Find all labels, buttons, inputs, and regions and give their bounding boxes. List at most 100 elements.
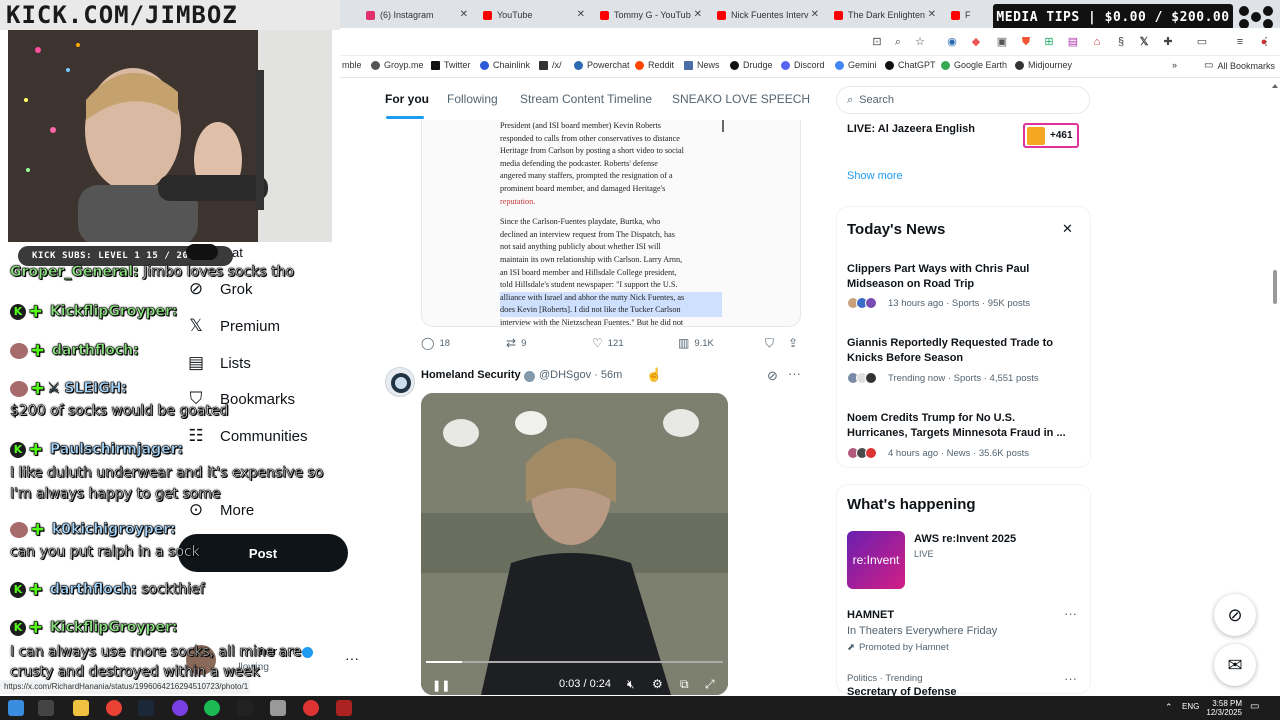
browser-tab[interactable]: The Dark Enlighten ✕ xyxy=(828,4,940,26)
fullscreen-icon[interactable]: ⤢ xyxy=(705,677,715,692)
show-more-link[interactable]: Show more xyxy=(847,170,903,182)
grok-fab[interactable]: ⊘ xyxy=(1214,594,1256,636)
pip-icon[interactable]: ⧉ xyxy=(680,677,689,692)
tab-for-you[interactable]: For you xyxy=(385,92,429,106)
more-dots-icon[interactable]: ··· xyxy=(1064,606,1077,621)
chrome-icon[interactable] xyxy=(106,700,122,716)
tray-chevron-icon[interactable]: ⌃ xyxy=(1165,702,1173,713)
extension-icon[interactable]: ◆ xyxy=(970,36,982,48)
avatar[interactable] xyxy=(385,367,415,397)
extension-icon[interactable]: ▤ xyxy=(1067,36,1079,48)
app-icon[interactable] xyxy=(336,700,352,716)
browser-tab[interactable]: (6) Instagram ✕ xyxy=(360,4,472,26)
bookmark-item[interactable]: Chainlink xyxy=(480,60,530,70)
share-button[interactable]: ⇪ xyxy=(788,336,798,350)
bookmark-item[interactable]: ChatGPT xyxy=(885,60,936,70)
news-item[interactable]: Clippers Part Ways with Chris Paul Midse… xyxy=(847,262,1072,292)
steam-icon[interactable] xyxy=(138,700,154,716)
terminal-icon[interactable] xyxy=(237,700,253,716)
scrollbar[interactable] xyxy=(1271,82,1279,692)
bookmark-item[interactable]: Powerchat xyxy=(574,60,630,70)
more-dots-icon[interactable]: ··· xyxy=(1064,671,1077,686)
mute-icon[interactable]: 🔇︎ xyxy=(627,677,635,692)
bookmark-item[interactable]: Gemini xyxy=(835,60,877,70)
browser-tab[interactable]: YouTube ✕ xyxy=(477,4,589,26)
news-item[interactable]: Giannis Reportedly Requested Trade to Kn… xyxy=(847,336,1072,366)
search-input[interactable]: ⌕ Search xyxy=(836,86,1090,114)
extension-icon[interactable]: § xyxy=(1115,36,1127,48)
bookmark-item[interactable]: Discord xyxy=(781,60,825,70)
pause-icon[interactable]: ❚❚ xyxy=(432,679,450,692)
tweet-video[interactable] xyxy=(421,393,728,695)
tweet-handle[interactable]: @DHSgov · 56m xyxy=(539,369,622,381)
sidebar-icon[interactable]: ▭ xyxy=(1196,36,1208,48)
language-indicator[interactable]: ENG xyxy=(1182,702,1199,711)
extension-icon[interactable]: ⌂ xyxy=(1091,36,1103,48)
post-button[interactable]: Post xyxy=(178,534,348,572)
trend-title[interactable]: AWS re:Invent 2025 xyxy=(914,533,1016,545)
x-logo-icon[interactable]: 𝕏 xyxy=(1138,36,1150,48)
repost-button[interactable]: ⇄ 9 xyxy=(506,336,526,350)
bookmark-item[interactable]: Reddit xyxy=(635,60,674,70)
browser-tab[interactable]: F xyxy=(945,4,985,26)
trend-title[interactable]: HAMNET xyxy=(847,609,894,621)
bookmark-item[interactable]: Groyp.me xyxy=(371,60,424,70)
live-title[interactable]: LIVE: Al Jazeera English xyxy=(847,123,975,135)
extension-icon[interactable]: ⊞ xyxy=(1043,36,1055,48)
clock[interactable]: 3:58 PM 12/3/2025 xyxy=(1206,699,1242,717)
app-icon[interactable] xyxy=(270,700,286,716)
spotify-icon[interactable] xyxy=(204,700,220,716)
zoom-icon[interactable]: ⌕ xyxy=(892,36,904,48)
media-icon[interactable]: ≡ xyxy=(1234,36,1246,48)
grok-icon[interactable]: ⊘ xyxy=(767,368,778,384)
task-view-icon[interactable] xyxy=(38,700,54,716)
browser-tab[interactable]: Nick Fuentes Interv ✕ xyxy=(711,4,823,26)
nav-item-premium[interactable]: 𝕏 Premium xyxy=(186,316,280,336)
tab-following[interactable]: Following xyxy=(447,92,498,106)
notification-icon[interactable]: ▭ xyxy=(1250,701,1259,712)
bookmark-item[interactable]: Drudge xyxy=(730,60,773,70)
bookmark-item[interactable]: Midjourney xyxy=(1015,60,1072,70)
nav-item-communities[interactable]: ☷ Communities xyxy=(186,426,307,446)
star-icon[interactable]: ☆ xyxy=(914,36,926,48)
browser-tab[interactable]: Tommy G - YouTub ✕ xyxy=(594,4,706,26)
bookmark-item[interactable]: News xyxy=(684,60,720,70)
more-dots-icon[interactable]: ··· xyxy=(788,366,801,381)
nav-partial[interactable]: at xyxy=(186,244,243,260)
shield-icon[interactable]: ⛊ xyxy=(1020,36,1032,48)
bookmark-item[interactable]: mble xyxy=(342,60,362,70)
more-dots-icon[interactable]: ··· xyxy=(345,650,359,666)
windows-start-icon[interactable] xyxy=(8,700,24,716)
chevron-right-icon[interactable]: » xyxy=(1172,60,1177,70)
live-badge[interactable]: +461 xyxy=(1023,123,1079,148)
app-icon[interactable] xyxy=(303,700,319,716)
reply-button[interactable]: ◯ 18 xyxy=(421,336,450,350)
tweet-author-name[interactable]: Homeland Security xyxy=(421,369,521,381)
close-icon[interactable]: ✕ xyxy=(460,9,468,20)
nav-item-lists[interactable]: ▤ Lists xyxy=(186,353,251,373)
like-button[interactable]: ♡ 121 xyxy=(592,336,624,350)
close-icon[interactable]: ✕ xyxy=(577,9,585,20)
bookmark-button[interactable]: ⛉ xyxy=(765,336,774,351)
install-icon[interactable]: ⊡ xyxy=(871,36,883,48)
tab-sneako[interactable]: SNEAKO LOVE SPEECH xyxy=(672,92,810,106)
obs-icon[interactable] xyxy=(172,700,188,716)
settings-icon[interactable]: ⚙ xyxy=(652,677,663,691)
bookmark-item[interactable]: /x/ xyxy=(539,60,562,70)
close-icon[interactable]: ✕ xyxy=(694,9,702,20)
trend-title[interactable]: Secretary of Defense xyxy=(847,686,956,696)
views-button[interactable]: ▥ 9.1K xyxy=(678,336,714,350)
close-icon[interactable]: ✕ xyxy=(811,9,819,20)
file-explorer-icon[interactable] xyxy=(73,700,89,716)
news-item[interactable]: Noem Credits Trump for No U.S. Hurricane… xyxy=(847,411,1072,441)
close-icon[interactable]: ✕ xyxy=(1062,221,1073,237)
puzzle-icon[interactable]: ✚ xyxy=(1162,36,1174,48)
aws-thumbnail[interactable]: re:Invent xyxy=(847,531,905,589)
messages-fab[interactable]: ✉ xyxy=(1214,644,1256,686)
close-icon[interactable]: ✕ xyxy=(928,9,936,20)
nav-item-grok[interactable]: ⊘ Grok xyxy=(186,279,253,299)
bookmark-item[interactable]: Google Earth xyxy=(941,60,1007,70)
tab-stream-content[interactable]: Stream Content Timeline xyxy=(520,92,652,106)
extension-icon[interactable]: ◉ xyxy=(946,36,958,48)
bookmark-item[interactable]: Twitter xyxy=(431,60,471,70)
